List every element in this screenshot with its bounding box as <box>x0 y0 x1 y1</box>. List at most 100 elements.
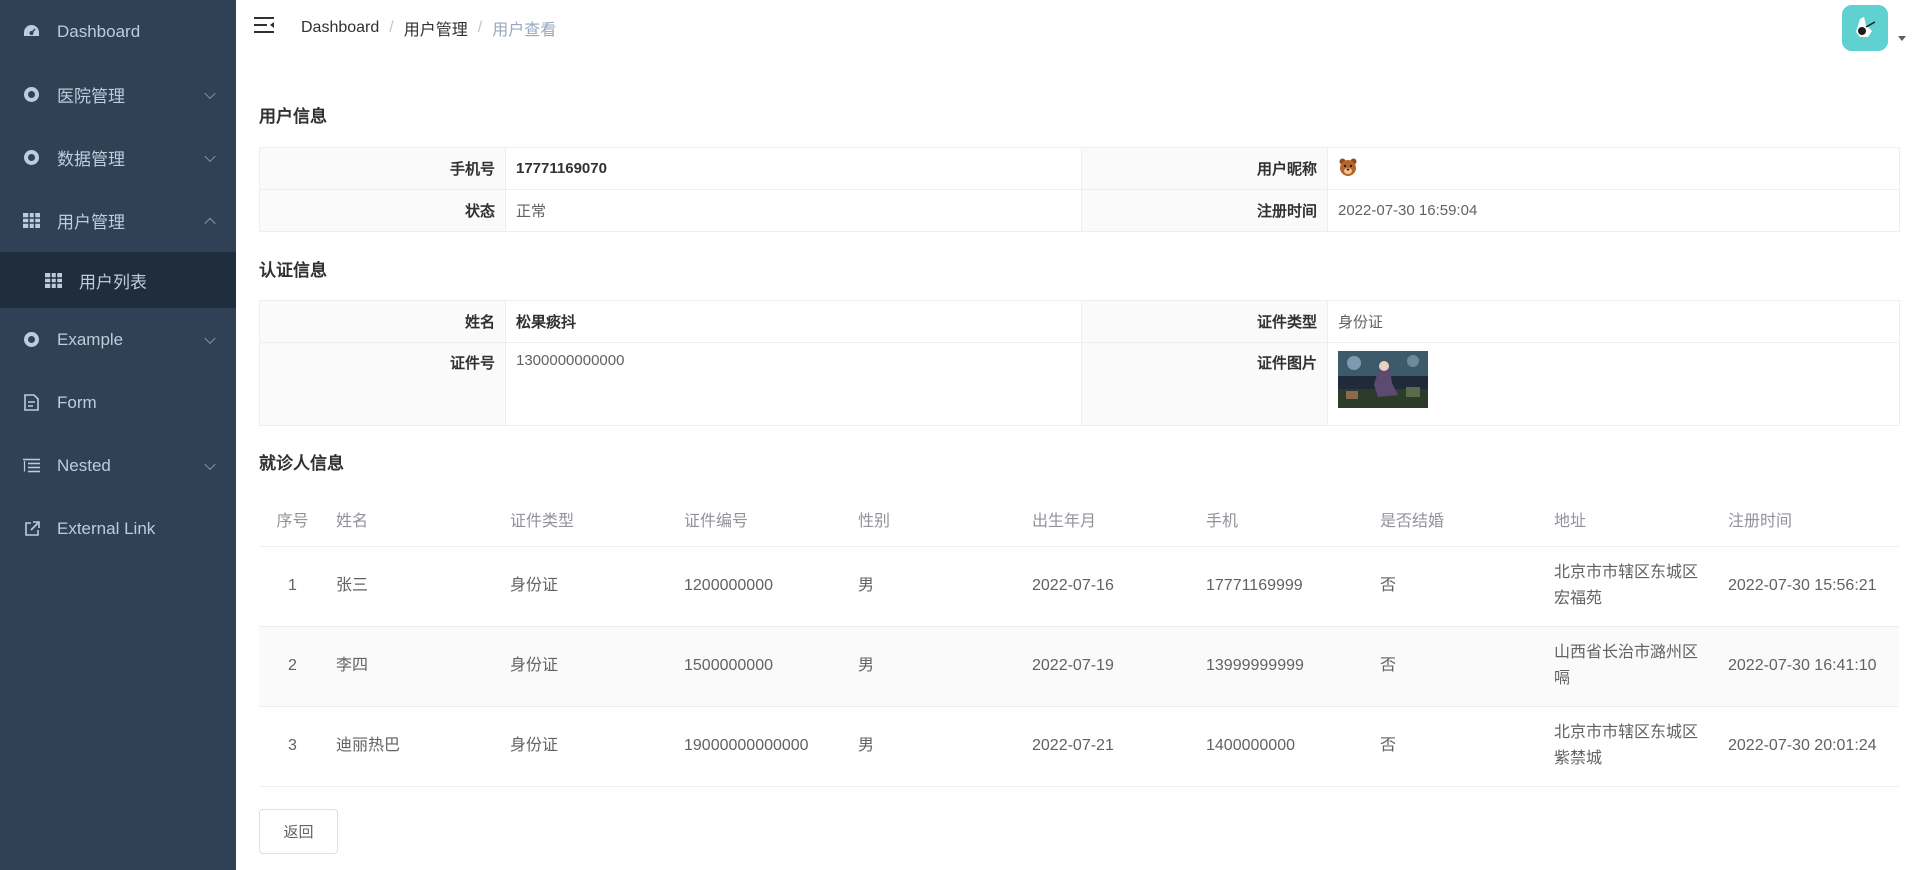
avatar[interactable] <box>1842 5 1888 51</box>
column-header: 性别 <box>848 492 1022 547</box>
help-circle-icon <box>23 149 40 166</box>
navbar: Dashboard / 用户管理 / 用户查看 <box>236 0 1920 54</box>
table-cell: 2022-07-21 <box>1022 706 1196 787</box>
sidebar-item-form[interactable]: Form <box>0 371 236 434</box>
nickname-label: 用户昵称 <box>1081 147 1328 190</box>
breadcrumb-current: 用户查看 <box>492 22 557 39</box>
table-cell: 2022-07-19 <box>1022 626 1196 707</box>
cert-image-label: 证件图片 <box>1081 342 1328 426</box>
sidebar-item-label: 数据管理 <box>57 150 125 169</box>
column-header: 手机 <box>1196 492 1370 547</box>
status-label: 状态 <box>259 189 506 232</box>
column-header: 证件类型 <box>500 492 674 547</box>
table-row: 2 李四 身份证 1500000000 男 2022-07-19 13999999999 否山… <box>259 626 1899 707</box>
table-cell: 迪丽热巴 <box>326 706 500 787</box>
auth-info-table: 姓名 松果痰抖 证件类型 身份证 证件号 1300000000000 证件图片 <box>259 300 1900 426</box>
table-cell: 身份证 <box>500 546 674 627</box>
sidebar-item-label: Example <box>57 329 124 349</box>
chevron-down-icon <box>204 87 216 99</box>
help-circle-icon <box>23 331 40 348</box>
sidebar-item-users[interactable]: 用户管理 <box>0 189 236 252</box>
table-cell: 北京市市辖区东城区紫禁城 <box>1544 706 1718 787</box>
table-icon <box>45 272 62 289</box>
patients-table: 序号 姓名 证件类型 证件编号 性别 出生年月 手机 是否结婚 地址 注册时间 … <box>259 492 1899 787</box>
table-icon <box>23 212 40 229</box>
help-circle-icon <box>23 86 40 103</box>
bear-emoji-icon <box>1338 157 1358 181</box>
table-cell: 男 <box>848 706 1022 787</box>
table-cell: 李四 <box>326 626 500 707</box>
sidebar-item-hospital[interactable]: 医院管理 <box>0 63 236 126</box>
sidebar-item-label: 用户列表 <box>79 272 147 292</box>
table-cell: 2022-07-30 20:01:24 <box>1718 706 1899 787</box>
breadcrumb: Dashboard / 用户管理 / 用户查看 <box>301 16 556 40</box>
name-label: 姓名 <box>259 300 506 343</box>
chevron-up-icon <box>204 217 216 229</box>
chevron-down-icon <box>204 458 216 470</box>
cert-no-label: 证件号 <box>259 342 506 426</box>
table-cell: 否 <box>1370 706 1544 787</box>
breadcrumb-dashboard[interactable]: Dashboard <box>301 19 379 37</box>
sidebar-item-example[interactable]: Example <box>0 308 236 371</box>
column-header: 出生年月 <box>1022 492 1196 547</box>
nested-icon <box>23 457 40 474</box>
cert-image[interactable] <box>1338 351 1428 408</box>
table-cell: 张三 <box>326 546 500 627</box>
back-button[interactable]: 返回 <box>259 809 338 854</box>
sidebar-item-label: External Link <box>57 518 156 538</box>
nickname-value <box>1327 147 1900 190</box>
table-row: 3 迪丽热巴 身份证 19000000000000 男 2022-07-21 1400000… <box>259 706 1899 787</box>
table-cell: 北京市市辖区东城区宏福苑 <box>1544 546 1718 627</box>
sidebar-item-user-list[interactable]: 用户列表 <box>0 252 236 308</box>
section-title-patients: 就诊人信息 <box>259 454 344 473</box>
register-time-value: 2022-07-30 16:59:04 <box>1327 189 1900 232</box>
table-cell: 1 <box>259 546 326 627</box>
form-icon <box>23 394 40 411</box>
table-cell: 1500000000 <box>674 626 848 707</box>
chevron-down-icon <box>204 332 216 344</box>
column-header: 序号 <box>259 492 326 547</box>
phone-value: 17771169070 <box>505 147 1082 190</box>
hamburger-icon[interactable] <box>254 16 274 34</box>
table-cell: 2022-07-16 <box>1022 546 1196 627</box>
dashboard-icon <box>23 23 40 40</box>
external-link-icon <box>23 520 40 537</box>
sidebar-item-label: 医院管理 <box>57 87 125 106</box>
user-info-table: 手机号 17771169070 用户昵称 状态 正常 注册时间 2022-07-… <box>259 147 1900 232</box>
table-cell: 2022-07-30 15:56:21 <box>1718 546 1899 627</box>
cert-no-value: 1300000000000 <box>505 342 1082 426</box>
sidebar-item-external-link[interactable]: External Link <box>0 497 236 560</box>
table-cell: 2022-07-30 16:41:10 <box>1718 626 1899 707</box>
sidebar-item-nested[interactable]: Nested <box>0 434 236 497</box>
table-cell: 13999999999 <box>1196 626 1370 707</box>
sidebar-item-label: Form <box>57 392 97 412</box>
sidebar-item-data[interactable]: 数据管理 <box>0 126 236 189</box>
table-cell: 否 <box>1370 546 1544 627</box>
caret-down-icon[interactable] <box>1898 36 1906 41</box>
table-cell: 2 <box>259 626 326 707</box>
table-cell: 1200000000 <box>674 546 848 627</box>
breadcrumb-separator: / <box>389 19 394 36</box>
column-header: 姓名 <box>326 492 500 547</box>
section-title-user-info: 用户信息 <box>259 107 327 126</box>
table-cell: 17771169999 <box>1196 546 1370 627</box>
table-cell: 身份证 <box>500 706 674 787</box>
status-value: 正常 <box>505 189 1082 232</box>
sidebar-item-dashboard[interactable]: Dashboard <box>0 0 236 63</box>
sidebar-item-label: 用户管理 <box>57 213 125 232</box>
column-header: 证件编号 <box>674 492 848 547</box>
column-header: 地址 <box>1544 492 1718 547</box>
cert-image-cell <box>1327 342 1900 426</box>
register-time-label: 注册时间 <box>1081 189 1328 232</box>
table-cell: 否 <box>1370 626 1544 707</box>
breadcrumb-separator: / <box>477 19 483 36</box>
sidebar: Dashboard 医院管理 数据管理 用户管理 用户列表 Example Fo… <box>0 0 236 870</box>
column-header: 注册时间 <box>1718 492 1899 547</box>
phone-label: 手机号 <box>259 147 506 190</box>
section-title-auth-info: 认证信息 <box>259 261 327 280</box>
name-value: 松果痰抖 <box>505 300 1082 343</box>
table-header-row: 序号 姓名 证件类型 证件编号 性别 出生年月 手机 是否结婚 地址 注册时间 <box>259 492 1899 547</box>
cert-type-label: 证件类型 <box>1081 300 1328 343</box>
breadcrumb-user-management[interactable]: 用户管理 <box>404 16 468 40</box>
table-cell: 19000000000000 <box>674 706 848 787</box>
